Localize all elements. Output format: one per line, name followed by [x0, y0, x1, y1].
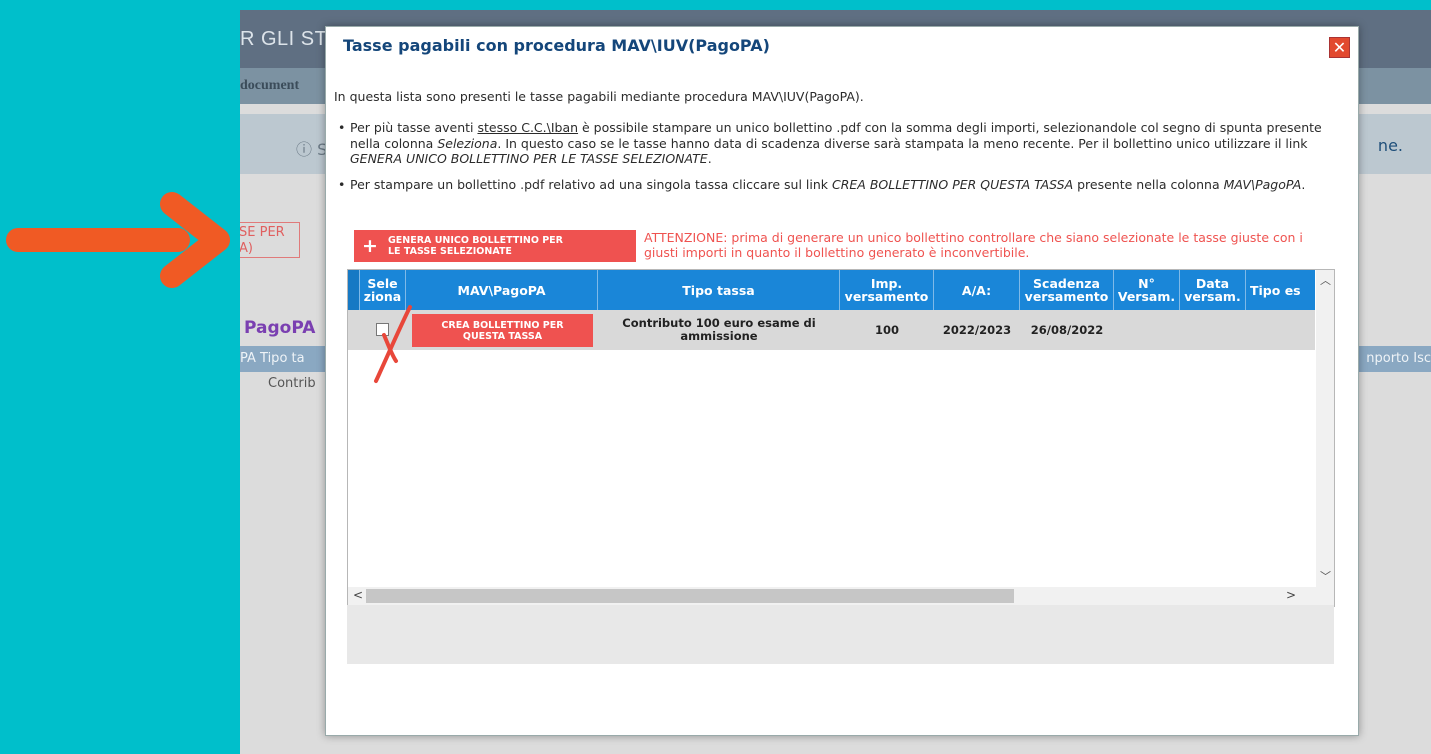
cell-imp-versamento: 100: [874, 322, 899, 337]
generate-single-bollettino-button[interactable]: + GENERA UNICO BOLLETTINO PER LE TASSE S…: [354, 230, 636, 262]
vertical-scrollbar[interactable]: ︿ ﹀: [1316, 270, 1334, 587]
header-data-versamento[interactable]: Data versam.: [1180, 270, 1246, 310]
chevron-left-icon[interactable]: <: [353, 588, 363, 602]
header-tipo-tassa[interactable]: Tipo tassa: [598, 270, 840, 310]
bullet1-italic-1: Seleziona: [437, 135, 498, 151]
header-mav-pagopa[interactable]: MAV\PagoPA: [406, 270, 598, 310]
create-button-line2: QUESTA TASSA: [462, 330, 543, 342]
cell-scadenza: 26/08/2022: [1030, 322, 1104, 337]
bullet2-italic-2: MAV\PagoPA: [1223, 177, 1302, 192]
instruction-bullet-multi: • Per più tasse aventi stesso C.C.\Iban …: [338, 120, 1338, 167]
cell-tipo-esenzione: [1246, 310, 1315, 350]
info-icon: ⓘ S: [296, 140, 328, 159]
header-imp-versamento[interactable]: Imp. versamento: [840, 270, 934, 310]
instruction-bullet-single: • Per stampare un bollettino .pdf relati…: [338, 177, 1338, 193]
create-button-line1: CREA BOLLETTINO PER: [441, 319, 564, 331]
intro-text: In questa lista sono presenti le tasse p…: [334, 89, 864, 104]
close-icon[interactable]: ✕: [1329, 37, 1350, 58]
background-section-title: PagoPA: [244, 318, 316, 338]
scrollbar-thumb[interactable]: [366, 589, 1014, 603]
table-footer-bar: [347, 605, 1334, 664]
header-stub: [348, 270, 360, 310]
cell-tipo-tassa: Contributo 100 euro esame di ammissione: [622, 316, 816, 343]
bullet2-text-2: presente nella colonna: [1073, 177, 1224, 192]
warning-text: ATTENZIONE: prima di generare un unico b…: [644, 230, 1303, 260]
bullet2-text-3: .: [1301, 177, 1306, 192]
background-table-cell: Contrib: [268, 376, 316, 391]
cell-num-versamento: [1114, 310, 1180, 350]
bullet1-text-4: .: [707, 151, 712, 166]
bullet1-italic-2: GENERA UNICO BOLLETTINO PER LE TASSE SEL…: [350, 151, 708, 166]
header-num-versamento[interactable]: N° Versam.: [1114, 270, 1180, 310]
create-bollettino-button[interactable]: CREA BOLLETTINO PER QUESTA TASSA: [412, 314, 593, 347]
background-generate-link[interactable]: SE PER A): [240, 222, 300, 258]
taxes-table: Sele ziona MAV\PagoPA Tipo tassa Imp. ve…: [347, 269, 1335, 607]
arrow-annotation-icon: [6, 192, 230, 288]
chevron-down-icon[interactable]: ﹀: [1320, 568, 1331, 584]
bullet1-text-3: . In questo caso se le tasse hanno data …: [497, 135, 1308, 151]
generate-button-label: GENERA UNICO BOLLETTINO PER LE TASSE SEL…: [388, 235, 628, 257]
generate-button-line1: GENERA UNICO BOLLETTINO PER: [388, 235, 563, 246]
table-header-row: Sele ziona MAV\PagoPA Tipo tassa Imp. ve…: [348, 270, 1315, 310]
modal-dialog: Tasse pagabili con procedura MAV\IUV(Pag…: [325, 26, 1359, 736]
cell-anno-accademico: 2022/2023: [942, 322, 1012, 337]
plus-icon: +: [362, 235, 378, 257]
bullet2-italic-1: CREA BOLLETTINO PER QUESTA TASSA: [832, 177, 1074, 192]
bullet-text: Per più tasse aventi stesso C.C.\Iban è …: [350, 120, 1338, 167]
bullet1-text-1: Per più tasse aventi: [350, 120, 478, 135]
bullet-icon: •: [338, 177, 346, 192]
header-seleziona[interactable]: Sele ziona: [360, 270, 406, 310]
modal-title: Tasse pagabili con procedura MAV\IUV(Pag…: [343, 36, 770, 55]
background-header-right: nporto Isc: [1366, 351, 1431, 366]
background-band-text: ne.: [1377, 136, 1403, 155]
bullet2-text-1: Per stampare un bollettino .pdf relativo…: [350, 177, 832, 192]
bullet-text: Per stampare un bollettino .pdf relativo…: [350, 177, 1338, 193]
background-menu-item[interactable]: document: [240, 78, 299, 94]
generate-button-line2: LE TASSE SELEZIONATE: [388, 246, 512, 257]
bullet-icon: •: [338, 120, 346, 135]
header-tipo-esenzione[interactable]: Tipo es: [1246, 270, 1315, 310]
header-scadenza[interactable]: Scadenza versamento: [1020, 270, 1114, 310]
cell-data-versamento: [1180, 310, 1246, 350]
checkmark-annotation-icon: [374, 305, 412, 383]
chevron-right-icon[interactable]: >: [1286, 588, 1296, 602]
background-generate-line2: A): [240, 241, 253, 256]
background-header-left: PA Tipo ta: [240, 351, 305, 366]
header-anno-accademico[interactable]: A/A:: [934, 270, 1020, 310]
iban-link[interactable]: stesso C.C.\Iban: [477, 120, 578, 135]
horizontal-scrollbar[interactable]: < >: [348, 587, 1334, 606]
chevron-up-icon[interactable]: ︿: [1320, 272, 1331, 288]
background-generate-line1: SE PER: [240, 225, 285, 240]
